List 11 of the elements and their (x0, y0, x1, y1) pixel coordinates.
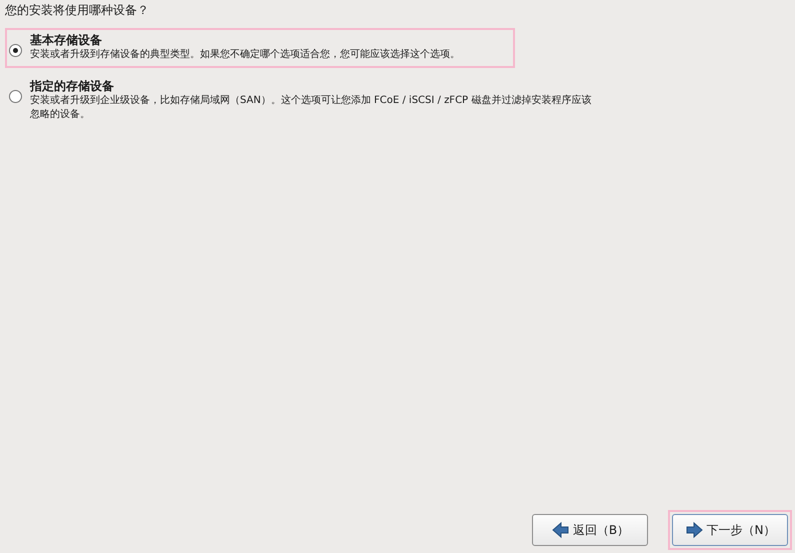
radio-button[interactable] (9, 90, 22, 103)
option-description: 安装或者升级到存储设备的典型类型。如果您不确定哪个选项适合您，您可能应该选择这个选项。 (30, 48, 460, 62)
question-text: 您的安装将使用哪种设备？ (5, 2, 150, 18)
back-button[interactable]: 返回（B） (532, 514, 648, 546)
radio-button[interactable] (9, 44, 22, 57)
option-title: 指定的存储设备 (30, 78, 115, 94)
option-description: 安装或者升级到企业级设备，比如存储局域网（SAN）。这个选项可让您添加 FCoE / iSCSI / zFCP 磁盘并过滤掉安装程序应该忽略的设备。 (30, 94, 592, 122)
next-button[interactable]: 下一步（N） (672, 514, 788, 546)
option-title: 基本存储设备 (30, 32, 103, 48)
arrow-icon (550, 521, 570, 539)
arrow-icon (684, 521, 704, 539)
